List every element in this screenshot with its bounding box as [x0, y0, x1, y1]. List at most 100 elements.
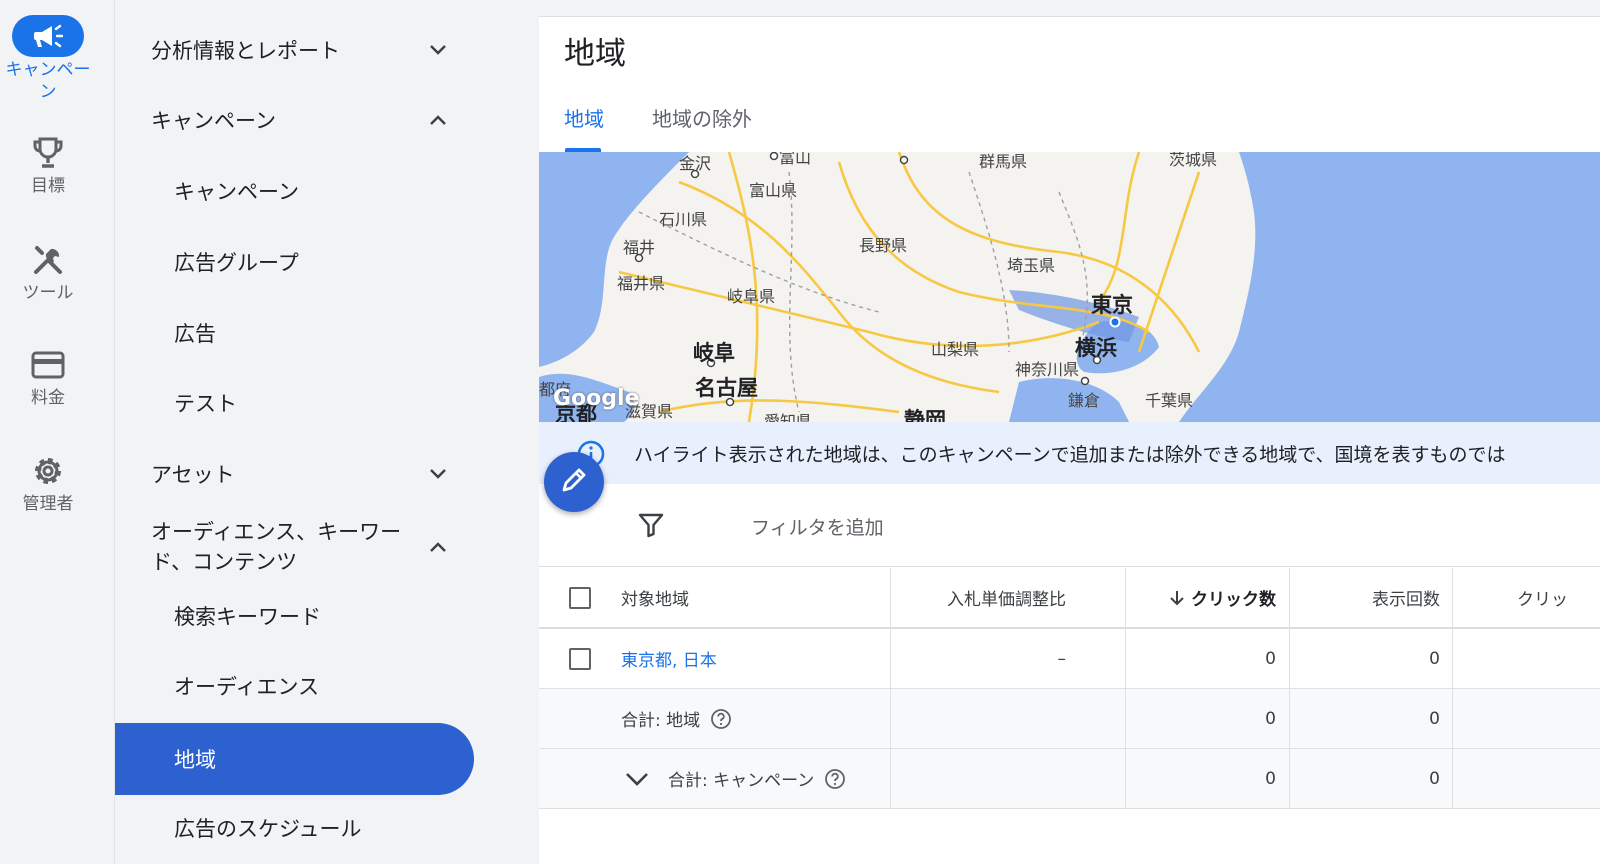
- bid-adjustment-value[interactable]: –: [891, 629, 1067, 688]
- map-label: 岐阜県: [727, 287, 776, 306]
- header-clicks-label: クリック数: [1191, 590, 1276, 610]
- rail-item-admin[interactable]: 管理者: [0, 451, 96, 515]
- column-divider: [1125, 568, 1126, 808]
- total-impressions: 0: [1429, 768, 1440, 789]
- nav-item-assets[interactable]: アセット: [115, 454, 475, 494]
- header-bid-adjustment[interactable]: 入札単価調整比: [891, 568, 1066, 627]
- column-divider: [1452, 568, 1453, 808]
- nav-item-locations[interactable]: 地域: [115, 723, 474, 795]
- rail-item-billing[interactable]: 料金: [0, 345, 96, 409]
- nav-item-experiments[interactable]: テスト: [115, 383, 475, 423]
- left-rail: キャンペーン 目標 ツール 料金 管理者: [0, 0, 115, 864]
- map-label-nagoya: 名古屋: [695, 376, 758, 400]
- header-impressions[interactable]: 表示回数: [1290, 568, 1440, 627]
- main-content: 地域 地域 地域の除外 金沢 富山 富山県 石川県 福井 福井県 岐阜県 長野県…: [539, 0, 1600, 864]
- column-divider: [890, 568, 891, 808]
- table-row: 東京都, 日本 – 0 0: [539, 629, 1600, 689]
- rail-label-goals: 目標: [31, 176, 65, 196]
- tools-icon: [28, 240, 68, 280]
- total-label: 合計: 地域: [621, 711, 701, 731]
- map-label: 鎌倉: [1068, 391, 1101, 410]
- select-all-checkbox[interactable]: [569, 568, 591, 627]
- nav-item-audiences[interactable]: オーディエンス: [115, 666, 475, 706]
- map-label: 福井県: [617, 274, 666, 293]
- map-label: 愛知県: [764, 412, 813, 422]
- filter-icon[interactable]: [638, 512, 664, 542]
- nav-label: テスト: [174, 392, 237, 416]
- map-label: 富山: [779, 152, 812, 167]
- nav-label: キャンペーン: [151, 109, 276, 133]
- map-label: 富山県: [749, 181, 798, 200]
- rail-item-goals[interactable]: 目標: [0, 133, 96, 197]
- top-bar: [539, 0, 1600, 17]
- row-checkbox[interactable]: [569, 629, 591, 688]
- trophy-icon: [28, 133, 68, 173]
- gear-icon: [28, 451, 68, 491]
- header-clicks[interactable]: クリック数: [1126, 568, 1276, 627]
- header-ctr[interactable]: クリッ: [1517, 568, 1568, 627]
- chevron-up-icon: [425, 107, 451, 133]
- rail-item-tools[interactable]: ツール: [0, 240, 96, 304]
- expand-button[interactable]: [625, 749, 649, 808]
- map-label: 石川県: [659, 210, 708, 229]
- nav-label: キャンペーン: [174, 180, 299, 204]
- map-label: 神奈川県: [1015, 360, 1080, 379]
- map-label: 埼玉県: [1007, 256, 1056, 275]
- total-clicks: 0: [1265, 768, 1276, 789]
- map-label: 金沢: [679, 154, 712, 173]
- map-label-shizuoka: 静岡: [904, 408, 946, 422]
- chevron-up-icon: [425, 534, 451, 560]
- rail-label-admin: 管理者: [22, 494, 74, 514]
- info-text: ハイライト表示された地域は、このキャンペーンで追加または除外できる地域で、国境を…: [634, 444, 1506, 466]
- header-location[interactable]: 対象地域: [621, 568, 689, 627]
- nav-label: 地域: [174, 748, 216, 772]
- nav-item-audiences-keywords-content[interactable]: オーディエンス、キーワード、コンテンツ: [115, 514, 475, 580]
- nav-label: 広告: [174, 322, 216, 346]
- nav-label: 広告グループ: [174, 251, 299, 275]
- map-label-gifu: 岐阜: [693, 341, 735, 365]
- location-link[interactable]: 東京都, 日本: [621, 629, 717, 688]
- filter-bar: フィルタを追加: [539, 485, 1600, 567]
- impressions-value: 0: [1429, 648, 1440, 669]
- map-label: 福井: [623, 238, 656, 257]
- map-label-yokohama: 横浜: [1075, 336, 1117, 360]
- nav-label: 広告のスケジュール: [174, 817, 362, 841]
- chevron-down-icon: [425, 37, 451, 63]
- nav-item-campaigns[interactable]: キャンペーン: [115, 171, 475, 211]
- nav-label: オーディエンス: [174, 675, 320, 699]
- table-header-row: 対象地域 入札単価調整比 クリック数 表示回数 クリッ: [539, 568, 1600, 629]
- chevron-down-icon: [625, 771, 649, 787]
- nav-item-search-keywords[interactable]: 検索キーワード: [115, 596, 475, 636]
- add-filter-input[interactable]: フィルタを追加: [751, 513, 884, 540]
- arrow-down-icon: [1169, 589, 1185, 607]
- tab-excluded-locations[interactable]: 地域の除外: [652, 103, 752, 132]
- help-icon[interactable]: [824, 768, 846, 790]
- total-label: 合計: キャンペーン: [668, 771, 815, 791]
- megaphone-icon: [12, 15, 84, 57]
- map-label-tokyo: 東京: [1091, 293, 1133, 317]
- nav-item-ad-schedule[interactable]: 広告のスケジュール: [115, 808, 475, 848]
- rail-item-campaigns[interactable]: キャンペーン: [0, 15, 96, 103]
- map-label: 群馬県: [979, 152, 1028, 171]
- credit-card-icon: [28, 345, 68, 385]
- nav-item-ad-groups[interactable]: 広告グループ: [115, 242, 475, 282]
- nav-item-insights-reports[interactable]: 分析情報とレポート: [115, 30, 475, 70]
- total-row-campaign: 合計: キャンペーン 0 0: [539, 749, 1600, 809]
- tab-locations[interactable]: 地域: [564, 103, 604, 132]
- map-label: 長野県: [859, 236, 908, 255]
- map-label: 山梨県: [931, 340, 980, 359]
- total-impressions: 0: [1429, 708, 1440, 729]
- map-label: 茨城県: [1169, 152, 1218, 169]
- map[interactable]: 金沢 富山 富山県 石川県 福井 福井県 岐阜県 長野県 群馬県 茨城県 埼玉県…: [539, 152, 1600, 422]
- rail-label-tools: ツール: [22, 283, 74, 303]
- nav-label: 検索キーワード: [174, 605, 321, 629]
- help-icon[interactable]: [710, 708, 732, 730]
- clicks-value: 0: [1265, 648, 1276, 669]
- nav-item-campaigns-group[interactable]: キャンペーン: [115, 100, 475, 140]
- rail-label-billing: 料金: [31, 388, 65, 408]
- chevron-down-icon: [425, 461, 451, 487]
- nav-panel: 分析情報とレポート キャンペーン キャンペーン 広告グループ 広告 テスト アセ…: [115, 0, 539, 864]
- map-label: 千葉県: [1145, 391, 1194, 410]
- nav-item-ads[interactable]: 広告: [115, 313, 475, 353]
- page-title: 地域: [564, 36, 626, 72]
